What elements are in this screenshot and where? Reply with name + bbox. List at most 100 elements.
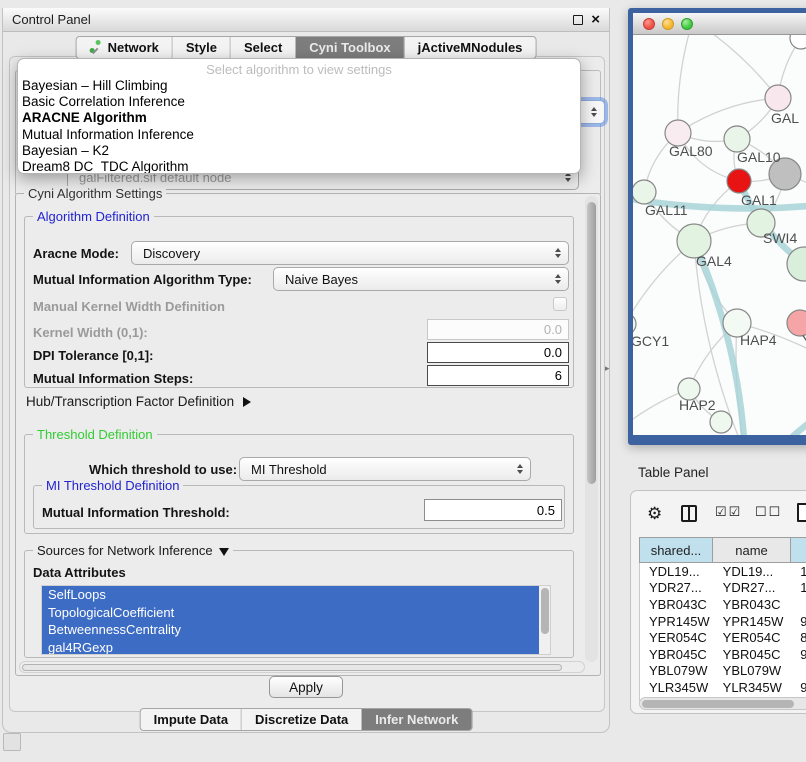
aracne-mode-combo[interactable]: Discovery xyxy=(131,241,569,265)
table-cell: YLR345W xyxy=(714,680,792,695)
table-row[interactable]: YPR145WYPR145W9. xyxy=(640,613,806,630)
table-horizontal-scrollbar[interactable] xyxy=(639,697,806,710)
dpi-tolerance-input[interactable]: 0.0 xyxy=(427,342,569,363)
scrollbar-thumb[interactable] xyxy=(642,700,794,708)
mi-steps-label: Mutual Information Steps: xyxy=(33,371,193,386)
table-cell: YDR27... xyxy=(714,580,792,595)
window-zoom-button[interactable] xyxy=(681,18,693,30)
node-label-gal10: GAL10 xyxy=(737,149,781,165)
dropdown-item-aracne-algorithm[interactable]: ARACNE Algorithm xyxy=(18,110,580,126)
tab-jactivemnodules[interactable]: jActiveMNodules xyxy=(404,37,536,58)
algorithm-definition-legend: Algorithm Definition xyxy=(33,209,154,224)
network-edge[interactable] xyxy=(751,403,806,435)
network-node-gal11[interactable] xyxy=(633,180,656,204)
spinner-arrows-icon xyxy=(517,464,523,474)
node-label-gal4: GAL4 xyxy=(696,253,732,269)
window-close-button[interactable] xyxy=(643,18,655,30)
table-cell: YBR045C xyxy=(714,647,792,662)
algorithm-definition-fieldset: Algorithm Definition Aracne Mode: Discov… xyxy=(24,216,574,388)
network-edge[interactable] xyxy=(678,98,778,133)
collapsed-panel-icon[interactable] xyxy=(3,733,21,751)
table-row[interactable]: YBL079WYBL079W xyxy=(640,663,806,680)
network-node[interactable] xyxy=(790,35,806,49)
gear-icon[interactable]: ⚙ xyxy=(647,503,662,525)
manual-kernel-checkbox[interactable] xyxy=(553,297,567,311)
hub-definition-expander[interactable]: Hub/Transcription Factor Definition xyxy=(26,394,251,409)
dropdown-item-mutual-information-inference[interactable]: Mutual Information Inference xyxy=(18,127,580,143)
table-cell: YPR145W xyxy=(714,614,792,629)
network-canvas[interactable]: GALGAL80GAL10GAL1GAL11SWI4GAL4GCY1HAP4YH… xyxy=(633,35,806,435)
data-attribute-item-betweennesscentrality[interactable]: BetweennessCentrality xyxy=(42,621,550,639)
column-header-shared[interactable]: shared... xyxy=(639,537,713,563)
mi-steps-input[interactable]: 6 xyxy=(427,365,569,386)
column-header-a[interactable]: A xyxy=(791,537,806,563)
table-cell: YBR045C xyxy=(640,647,714,662)
settings-horizontal-scrollbar[interactable] xyxy=(19,661,585,673)
window-minimize-button[interactable] xyxy=(662,18,674,30)
scrollbar-thumb[interactable] xyxy=(587,202,596,484)
column-header-name[interactable]: name xyxy=(713,537,791,563)
data-attributes-label: Data Attributes xyxy=(33,565,126,580)
data-attribute-item-selfloops[interactable]: SelfLoops xyxy=(42,586,550,604)
float-panel-icon[interactable] xyxy=(573,15,583,25)
network-node[interactable] xyxy=(710,411,732,433)
control-panel-window: Control Panel × Network Style Select Cyni T… xyxy=(2,8,610,733)
dropdown-item-basic-correlation-inference[interactable]: Basic Correlation Inference xyxy=(18,94,580,110)
node-label-gcy1: GCY1 xyxy=(633,333,669,349)
network-window: GALGAL80GAL10GAL1GAL11SWI4GAL4GCY1HAP4YH… xyxy=(628,8,806,445)
network-node-gal[interactable] xyxy=(765,85,791,111)
scrollbar-thumb[interactable] xyxy=(22,664,562,672)
node-label-gal1: GAL1 xyxy=(741,192,777,208)
panel-resize-handle[interactable]: ▸ xyxy=(605,363,610,374)
table-cell: YDR27... xyxy=(640,580,714,595)
dropdown-item-bayesian-hill-climbing[interactable]: Bayesian – Hill Climbing xyxy=(18,78,580,94)
threshold-definition-fieldset: Threshold Definition Which threshold to … xyxy=(24,434,574,534)
data-attributes-list: SelfLoopsTopologicalCoefficientBetweenne… xyxy=(41,585,551,655)
tab-cyni-toolbox[interactable]: Cyni Toolbox xyxy=(295,37,403,58)
table-row[interactable]: YDR27...YDR27...12. xyxy=(640,580,806,597)
bottom-tab-impute-data[interactable]: Impute Data xyxy=(141,709,241,730)
tab-style[interactable]: Style xyxy=(172,37,230,58)
settings-vertical-scrollbar[interactable] xyxy=(585,196,598,662)
tab-select[interactable]: Select xyxy=(230,37,295,58)
deselect-all-boxes-icon[interactable]: ☐☐ xyxy=(755,504,782,520)
bottom-tab-discretize-data[interactable]: Discretize Data xyxy=(241,709,361,730)
table-cell: YPR145W xyxy=(640,614,714,629)
bottom-tab-infer-network[interactable]: Infer Network xyxy=(361,709,471,730)
data-attribute-item-gal4rgexp[interactable]: gal4RGexp xyxy=(42,639,550,656)
table-cell: YER054C xyxy=(640,630,714,645)
export-table-icon[interactable] xyxy=(797,503,806,522)
table-row[interactable]: YER054CYER054C8. xyxy=(640,629,806,646)
dropdown-placeholder: Select algorithm to view settings xyxy=(18,61,580,78)
close-panel-icon[interactable]: × xyxy=(591,15,600,25)
tab-label: Infer Network xyxy=(375,712,458,727)
table-row[interactable]: YDL19...YDL19...13. xyxy=(640,563,806,580)
kernel-width-input[interactable]: 0.0 xyxy=(427,319,569,340)
network-node-gal1[interactable] xyxy=(727,169,751,193)
list-vertical-scrollbar[interactable] xyxy=(539,586,550,654)
table-row[interactable]: YBR043CYBR043C xyxy=(640,596,806,613)
which-threshold-combo[interactable]: MI Threshold xyxy=(239,457,531,481)
tab-network[interactable]: Network xyxy=(77,37,172,58)
network-node-gcy1[interactable] xyxy=(633,313,636,335)
dropdown-item-dream8-dc-tdc-algorithm[interactable]: Dream8 DC_TDC Algorithm xyxy=(18,159,580,174)
network-edge[interactable] xyxy=(693,35,778,98)
table-row[interactable]: YBR045CYBR045C9. xyxy=(640,646,806,663)
data-attribute-item-topologicalcoefficient[interactable]: TopologicalCoefficient xyxy=(42,604,550,622)
tab-label: Network xyxy=(108,40,159,55)
columns-icon[interactable] xyxy=(681,505,697,522)
settings-legend: Cyni Algorithm Settings xyxy=(24,186,166,201)
table-cell: 12. xyxy=(791,580,806,595)
table-row[interactable]: YLR345WYLR345W9. xyxy=(640,679,806,696)
control-panel-titlebar: Control Panel × xyxy=(3,8,609,32)
network-window-titlebar[interactable] xyxy=(633,13,806,35)
apply-button[interactable]: Apply xyxy=(269,676,343,698)
network-edge[interactable] xyxy=(678,35,693,133)
select-all-checks-icon[interactable]: ☑☑ xyxy=(715,504,742,520)
mi-algorithm-type-combo[interactable]: Naive Bayes xyxy=(273,267,569,291)
panel-title: Control Panel xyxy=(12,12,91,27)
tab-label: Select xyxy=(244,40,282,55)
collapse-arrow-icon xyxy=(219,548,229,556)
dropdown-item-bayesian-k2[interactable]: Bayesian – K2 xyxy=(18,143,580,159)
mi-threshold-input[interactable]: 0.5 xyxy=(424,499,562,521)
